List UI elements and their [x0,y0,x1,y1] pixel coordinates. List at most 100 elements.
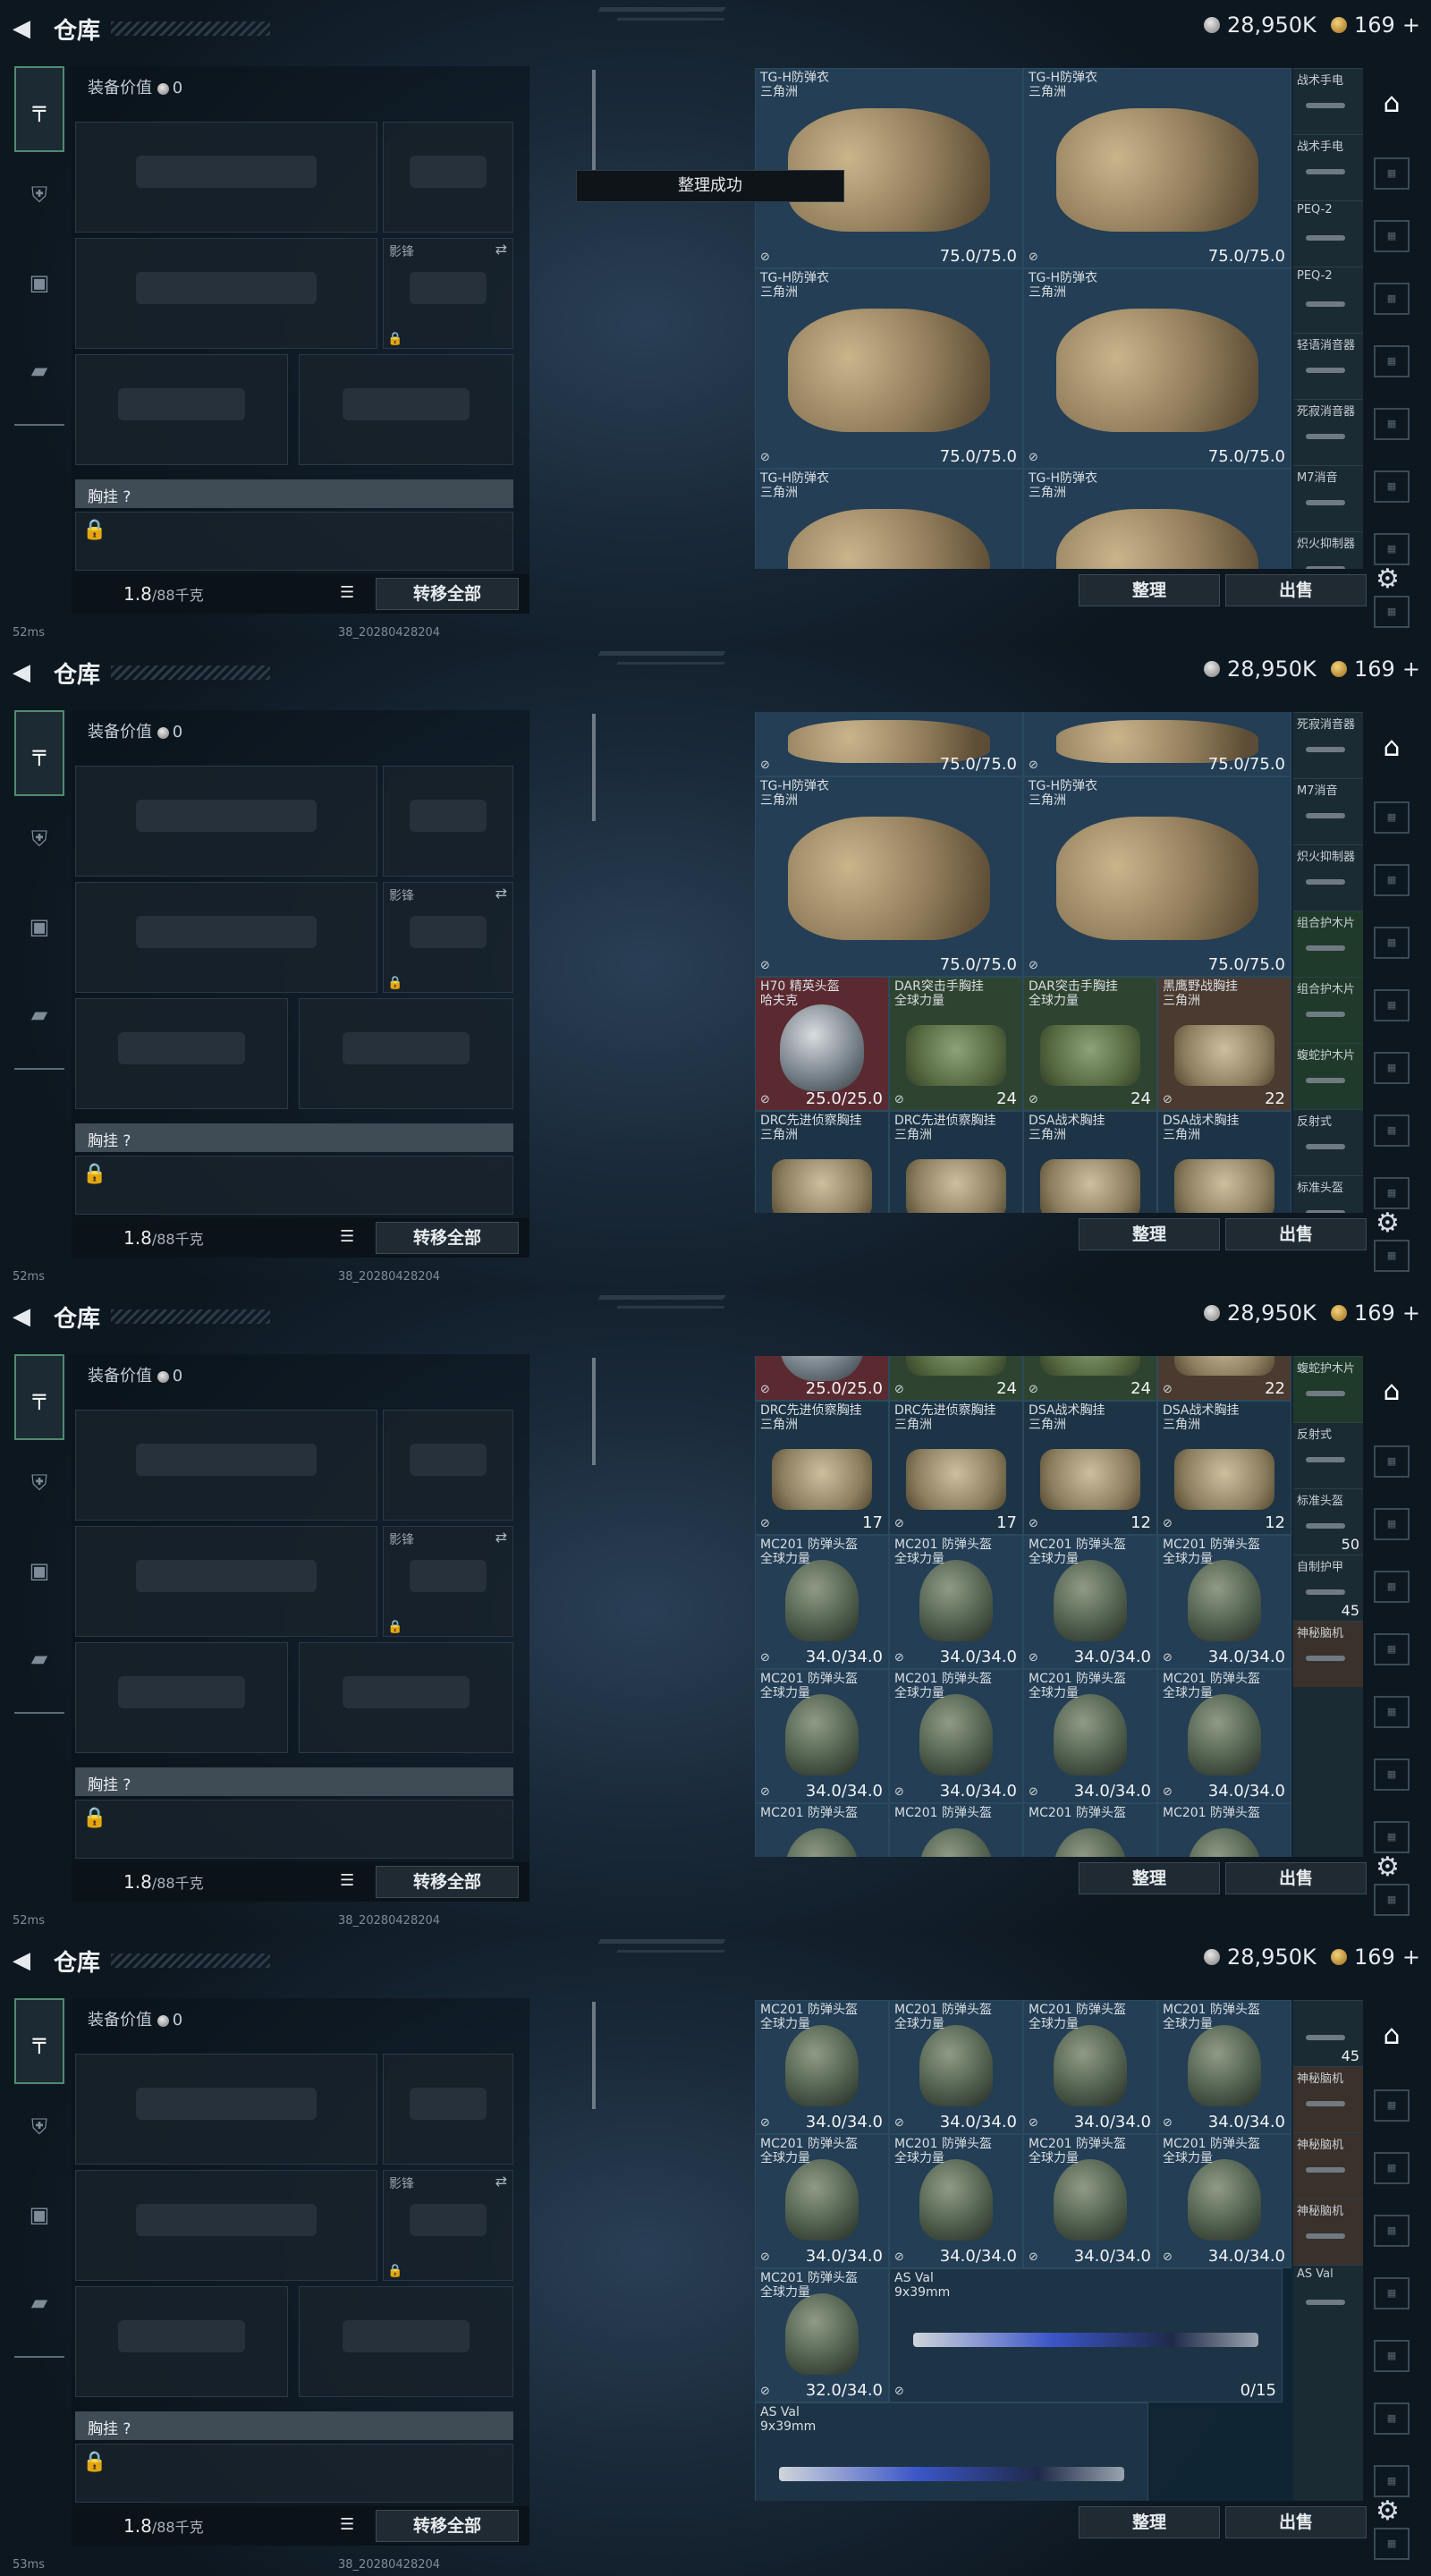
list-icon[interactable]: ☰ [340,2515,361,2535]
container-icon[interactable]: ▦ [1374,2152,1410,2184]
back-arrow-icon[interactable]: ◀ [13,660,36,685]
secondary-weapon-slot[interactable] [75,1526,377,1637]
container-icon[interactable]: ▦ [1374,864,1410,896]
attachment-item[interactable]: 战术手电 [1293,68,1363,134]
chest-rig-slot[interactable] [75,2444,513,2503]
container-icon[interactable]: ▦ [1374,220,1410,252]
inventory-item[interactable]: MC201 防弹头盔 全球力量 34.0/34.0 ⊘ [889,2134,1023,2268]
equipment-scrollbar[interactable] [592,714,596,821]
pistol-slot[interactable] [383,122,513,233]
container-icon[interactable]: ▦ [1374,470,1410,503]
inventory-item[interactable]: AS Val 9x39mm 0/15 ⊘ [889,2268,1283,2402]
container-icon[interactable]: ▦ [1374,1445,1410,1478]
container-icon[interactable]: ▦ [1374,1240,1410,1272]
container-icon[interactable]: ▦ [1374,1696,1410,1728]
back-arrow-icon[interactable]: ◀ [13,1304,36,1329]
inventory-item[interactable]: MC201 防弹头盔 全球力量 34.0/34.0 ⊘ [1157,2000,1291,2134]
inventory-item[interactable]: MC201 防弹头盔 全球力量 34.0/34.0 ⊘ [755,2000,889,2134]
swap-icon[interactable]: ⇄ [495,1529,507,1546]
helmet-slot[interactable] [75,354,288,465]
backpack-tab-icon[interactable]: ▣ [14,1528,64,1614]
secondary-weapon-slot[interactable] [75,2170,377,2281]
case-tab-icon[interactable]: ▰ [14,1615,64,1701]
attachment-item[interactable]: 自制护甲 45 [1293,1555,1363,1621]
inventory-item[interactable]: MC201 防弹头盔 全球力量 34.0/34.0 ⊘ [1023,1535,1157,1669]
container-icon[interactable]: ▦ [1374,2089,1410,2122]
chest-rig-header[interactable]: 胸挂 ? [75,479,513,508]
inventory-item[interactable]: DRC先进侦察胸挂三角洲⊘ [755,1111,889,1213]
inventory-item[interactable]: TG-H防弹衣 三角洲 75.0/75.0 ⊘ [755,776,1023,977]
inventory-item[interactable]: 22 ⊘ [1157,1356,1291,1401]
container-icon[interactable]: ▦ [1374,345,1410,377]
attachment-item[interactable]: 神秘脑机 [1293,2132,1363,2199]
inventory-item[interactable]: DSA战术胸挂三角洲⊘ [1023,1111,1157,1213]
attachment-item[interactable]: 战术手电 [1293,134,1363,200]
attachment-item[interactable]: M7消音 [1293,778,1363,844]
helmet-slot[interactable] [75,1642,288,1753]
chest-help-icon[interactable]: ? [123,1776,131,1794]
attachment-item[interactable]: 组合护木片 [1293,911,1363,977]
container-icon[interactable]: ▦ [1374,283,1410,315]
inventory-item[interactable]: 24 ⊘ [889,1356,1023,1401]
list-icon[interactable]: ☰ [340,1227,361,1247]
attachment-item[interactable]: 神秘脑机 [1293,2066,1363,2132]
transfer-all-button[interactable]: 转移全部 [376,578,519,610]
inventory-item[interactable]: DRC先进侦察胸挂三角洲⊘ [889,1111,1023,1213]
gold-currency[interactable]: 169 + [1331,1301,1420,1326]
inventory-item[interactable]: MC201 防弹头盔 全球力量 34.0/34.0 ⊘ [889,1669,1023,1803]
helmet-slot[interactable] [75,998,288,1109]
inventory-item[interactable]: 24 ⊘ [1023,1356,1157,1401]
gold-currency[interactable]: 169 + [1331,13,1420,38]
chest-rig-header[interactable]: 胸挂 ? [75,1123,513,1152]
inventory-item[interactable]: MC201 防弹头盔⊘ [1157,1803,1291,1857]
chest-rig-slot[interactable] [75,1156,513,1215]
inventory-item[interactable]: TG-H防弹衣 三角洲 75.0/75.0 ⊘ [755,268,1023,469]
pistol-slot[interactable] [383,766,513,877]
inventory-item[interactable]: MC201 防弹头盔 全球力量 34.0/34.0 ⊘ [1157,1535,1291,1669]
container-icon[interactable]: ▦ [1374,408,1410,440]
backpack-tab-icon[interactable]: ▣ [14,240,64,326]
weapon-tab-icon[interactable]: ╤ [14,1998,64,2084]
sell-button[interactable]: 出售 [1225,2506,1367,2538]
armor-tab-icon[interactable]: ⛨ [14,2084,64,2170]
attachment-item[interactable]: 蝮蛇护木片 [1293,1356,1363,1422]
armor-tab-icon[interactable]: ⛨ [14,152,64,238]
attachment-item[interactable]: 神秘脑机 [1293,2199,1363,2265]
inventory-item[interactable]: MC201 防弹头盔 全球力量 34.0/34.0 ⊘ [1023,2000,1157,2134]
inventory-item[interactable]: DAR突击手胸挂 全球力量 24 ⊘ [1023,977,1157,1111]
inventory-item[interactable]: MC201 防弹头盔⊘ [755,1803,889,1857]
container-icon[interactable]: ▦ [1374,2215,1410,2247]
attachment-item[interactable]: 炽火抑制器 [1293,844,1363,911]
attachment-item[interactable]: 死寂消音器 [1293,712,1363,778]
weapon-tab-icon[interactable]: ╤ [14,710,64,796]
sort-button[interactable]: 整理 [1079,574,1220,606]
attachment-item[interactable]: PEQ-2 [1293,267,1363,333]
inventory-item[interactable]: 黑鹰野战胸挂 三角洲 22 ⊘ [1157,977,1291,1111]
inventory-item[interactable]: TG-H防弹衣 三角洲 75.0/75.0 ⊘ [1023,776,1291,977]
container-icon[interactable]: ▦ [1374,2340,1410,2372]
attachment-item[interactable]: 标准头盔 [1293,1175,1363,1213]
chest-rig-header[interactable]: 胸挂 ? [75,1767,513,1796]
inventory-item[interactable]: MC201 防弹头盔 全球力量 34.0/34.0 ⊘ [1023,1669,1157,1803]
gold-plus-icon[interactable]: + [1402,1945,1420,1970]
container-icon[interactable]: ▦ [1374,533,1410,565]
settings-gear-icon[interactable]: ⚙ [1376,1852,1400,1883]
transfer-all-button[interactable]: 转移全部 [376,1866,519,1898]
transfer-all-button[interactable]: 转移全部 [376,1222,519,1254]
primary-weapon-slot[interactable] [75,1410,377,1521]
inventory-item[interactable]: DSA战术胸挂 三角洲 12 ⊘ [1023,1401,1157,1535]
chest-rig-slot[interactable] [75,1800,513,1859]
attachment-item[interactable]: 轻语消音器 [1293,333,1363,399]
container-icon[interactable]: ▦ [1374,1758,1410,1791]
chest-help-icon[interactable]: ? [123,2420,131,2438]
sell-button[interactable]: 出售 [1225,1862,1367,1894]
transfer-all-button[interactable]: 转移全部 [376,2510,519,2542]
inventory-item[interactable]: AS Val9x39mm⊘ [755,2402,1148,2501]
container-icon[interactable]: ▦ [1374,927,1410,959]
inventory-item[interactable]: 75.0/75.0 ⊘ [755,712,1023,776]
primary-weapon-slot[interactable] [75,122,377,233]
inventory-item[interactable]: MC201 防弹头盔 全球力量 34.0/34.0 ⊘ [1157,2134,1291,2268]
container-icon[interactable]: ▦ [1374,2402,1410,2435]
container-icon[interactable]: ▦ [1374,1508,1410,1540]
stash-icon[interactable]: ⌂ [1374,86,1410,122]
